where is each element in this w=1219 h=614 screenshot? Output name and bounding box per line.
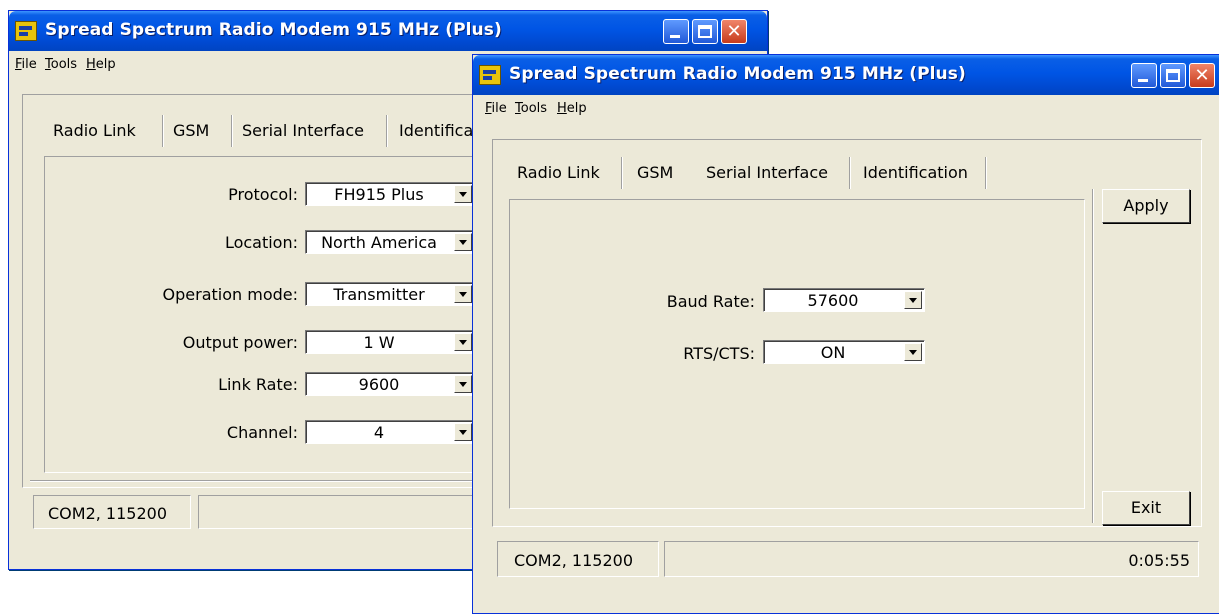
tab-divider: [621, 157, 623, 189]
output-power-select[interactable]: 1 W: [305, 330, 475, 354]
protocol-select[interactable]: FH915 Plus: [305, 182, 475, 206]
title-bar[interactable]: Spread Spectrum Radio Modem 915 MHz (Plu…: [473, 55, 1219, 95]
operation-mode-select[interactable]: Transmitter: [305, 282, 475, 306]
menu-file[interactable]: File: [485, 101, 507, 116]
minimize-button[interactable]: [1131, 63, 1157, 88]
baud-rate-value: 57600: [807, 291, 859, 310]
rts-cts-label: RTS/CTS:: [683, 344, 755, 363]
app-icon[interactable]: [479, 65, 501, 85]
menu-tools[interactable]: Tools: [515, 101, 547, 116]
tab-gsm[interactable]: GSM: [637, 163, 673, 182]
minimize-icon: [1138, 79, 1148, 82]
status-pane-empty: [198, 495, 498, 529]
tab-divider: [162, 115, 164, 147]
operation-mode-value: Transmitter: [333, 285, 425, 304]
rts-cts-select[interactable]: ON: [763, 340, 925, 364]
protocol-label: Protocol:: [228, 185, 298, 204]
output-power-value: 1 W: [363, 333, 395, 352]
tab-serial-interface[interactable]: Serial Interface: [242, 121, 364, 140]
dropdown-arrow-icon[interactable]: [904, 343, 922, 361]
tab-divider: [849, 157, 851, 189]
maximize-button[interactable]: [692, 19, 718, 44]
exit-button[interactable]: Exit: [1102, 491, 1190, 525]
apply-button[interactable]: Apply: [1102, 189, 1190, 223]
close-button[interactable]: ✕: [721, 19, 747, 44]
dropdown-arrow-icon[interactable]: [904, 291, 922, 309]
baud-rate-label: Baud Rate:: [666, 292, 755, 311]
dropdown-arrow-icon[interactable]: [454, 423, 472, 441]
menu-help[interactable]: Help: [86, 57, 116, 72]
menu-file[interactable]: File: [15, 57, 37, 72]
close-icon: ✕: [1194, 65, 1210, 86]
window-title: Spread Spectrum Radio Modem 915 MHz (Plu…: [45, 20, 502, 40]
dropdown-arrow-icon[interactable]: [454, 185, 472, 203]
dropdown-arrow-icon[interactable]: [454, 375, 472, 393]
close-button[interactable]: ✕: [1189, 63, 1215, 88]
protocol-value: FH915 Plus: [334, 185, 424, 204]
minimize-button[interactable]: [663, 19, 689, 44]
link-rate-label: Link Rate:: [218, 375, 298, 394]
channel-label: Channel:: [226, 423, 298, 442]
app-icon[interactable]: [15, 21, 37, 41]
baud-rate-select[interactable]: 57600: [763, 288, 925, 312]
close-icon: ✕: [726, 21, 742, 42]
menu-help[interactable]: Help: [557, 101, 587, 116]
tab-identification[interactable]: Identification: [863, 163, 968, 182]
location-label: Location:: [224, 233, 298, 252]
status-port: COM2, 115200: [33, 495, 191, 529]
tab-gsm[interactable]: GSM: [173, 121, 209, 140]
channel-select[interactable]: 4: [305, 420, 475, 444]
operation-mode-label: Operation mode:: [162, 285, 298, 304]
channel-value: 4: [373, 423, 385, 442]
separator: [1092, 189, 1094, 523]
output-power-label: Output power:: [182, 333, 298, 352]
dropdown-arrow-icon[interactable]: [454, 285, 472, 303]
title-bar[interactable]: Spread Spectrum Radio Modem 915 MHz (Plu…: [9, 11, 767, 51]
dropdown-arrow-icon[interactable]: [454, 233, 472, 251]
link-rate-value: 9600: [358, 375, 400, 394]
menu-bar: File Tools Help: [473, 96, 1219, 120]
maximize-icon: [698, 25, 712, 38]
window-title: Spread Spectrum Radio Modem 915 MHz (Plu…: [509, 64, 966, 84]
location-value: North America: [321, 233, 437, 252]
dropdown-arrow-icon[interactable]: [454, 333, 472, 351]
location-select[interactable]: North America: [305, 230, 475, 254]
maximize-icon: [1166, 69, 1180, 82]
minimize-icon: [670, 35, 680, 38]
menu-tools[interactable]: Tools: [45, 57, 77, 72]
tab-radio-link[interactable]: Radio Link: [53, 121, 136, 140]
tab-radio-link[interactable]: Radio Link: [517, 163, 600, 182]
front-window: Spread Spectrum Radio Modem 915 MHz (Plu…: [472, 54, 1219, 614]
tab-divider: [386, 115, 388, 147]
link-rate-select[interactable]: 9600: [305, 372, 475, 396]
tab-divider: [985, 157, 987, 189]
rts-cts-value: ON: [820, 343, 846, 362]
maximize-button[interactable]: [1160, 63, 1186, 88]
status-elapsed-time: 0:05:55: [664, 541, 1199, 577]
tab-serial-interface[interactable]: Serial Interface: [706, 163, 828, 182]
status-port: COM2, 115200: [497, 541, 659, 577]
tab-divider: [231, 115, 233, 147]
